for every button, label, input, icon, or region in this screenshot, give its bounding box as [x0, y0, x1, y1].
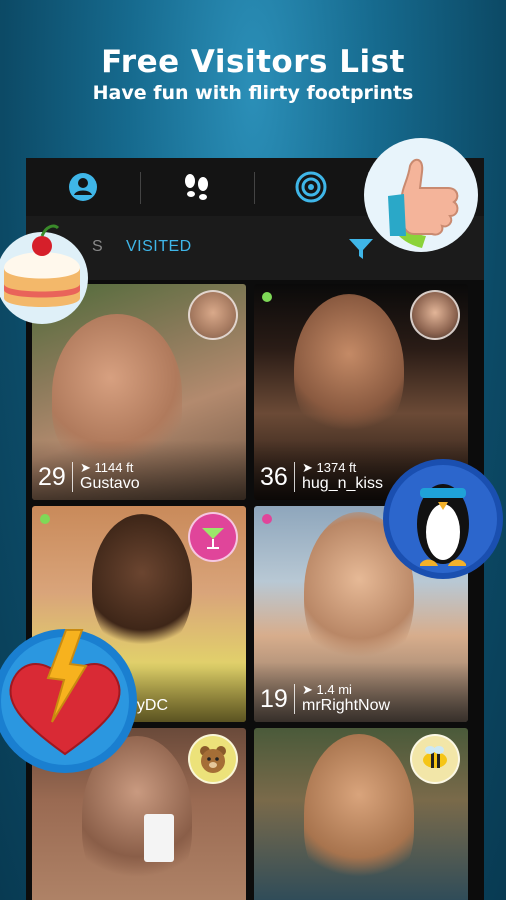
profile-age: 19 — [260, 685, 288, 713]
cake-sticker — [0, 212, 90, 330]
distance-value: 1.4 mi — [316, 682, 352, 697]
profile-name: mrRightNow — [302, 697, 391, 714]
promo-title: Free Visitors List — [101, 44, 405, 80]
profile-card[interactable] — [254, 728, 468, 900]
profile-age: 29 — [38, 463, 66, 491]
thumbs-up-sticker — [362, 136, 480, 254]
online-indicator — [40, 514, 50, 524]
tab-visitors[interactable]: S — [92, 238, 103, 256]
profile-photo — [294, 294, 404, 444]
profile-photo — [304, 734, 414, 894]
divider — [72, 462, 73, 492]
tab-footprints[interactable] — [140, 158, 254, 216]
tab-profile[interactable] — [26, 158, 140, 216]
heart-sticker — [0, 626, 140, 776]
profile-distance: ➤ 1374 ft — [302, 460, 357, 475]
cocktail-badge — [188, 512, 238, 562]
divider — [294, 462, 295, 492]
penguin-icon — [383, 459, 503, 579]
profile-name: hug_n_kiss — [302, 475, 383, 492]
radar-icon — [295, 171, 327, 203]
distance-value: 1374 ft — [316, 460, 357, 475]
profile-distance: ➤ 1.4 mi — [302, 682, 352, 697]
promo-subtitle: Have fun with flirty footprints — [92, 82, 414, 104]
tab-visited[interactable]: VISITED — [126, 238, 192, 256]
bee-badge — [410, 734, 460, 784]
avatar — [410, 290, 460, 340]
bear-icon — [200, 746, 226, 773]
broken-heart-icon — [0, 629, 137, 773]
bear-badge — [188, 734, 238, 784]
footprints-icon — [185, 174, 208, 200]
profile-age: 36 — [260, 463, 288, 491]
tab-radar[interactable] — [254, 158, 368, 216]
distance-value: 1144 ft — [94, 460, 134, 475]
profile-icon — [69, 173, 97, 201]
thumbs-up-icon — [364, 138, 478, 252]
profile-name: Gustavo — [80, 475, 140, 492]
online-indicator — [262, 292, 272, 302]
profile-distance: ➤ 1144 ft — [80, 460, 134, 475]
cake-icon — [0, 224, 88, 324]
divider — [294, 684, 295, 714]
cocktail-icon — [202, 528, 224, 549]
phone-in-hand — [144, 814, 174, 862]
avatar — [188, 290, 238, 340]
bee-icon — [423, 746, 447, 768]
penguin-sticker — [380, 456, 506, 582]
online-indicator — [262, 514, 272, 524]
